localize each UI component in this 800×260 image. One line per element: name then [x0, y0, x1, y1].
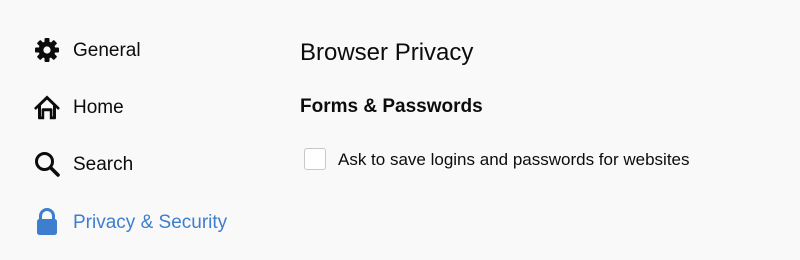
sidebar-item-general[interactable]: General [32, 33, 141, 67]
page-title: Browser Privacy [300, 39, 474, 66]
sidebar-item-home[interactable]: Home [32, 90, 124, 124]
sidebar-item-privacy-security[interactable]: Privacy & Security [32, 205, 227, 239]
sidebar-item-label: General [73, 39, 141, 61]
save-logins-checkbox-label: Ask to save logins and passwords for web… [338, 149, 690, 169]
lock-icon [32, 207, 62, 237]
section-title: Forms & Passwords [300, 96, 483, 117]
save-logins-checkbox-row[interactable]: Ask to save logins and passwords for web… [304, 146, 690, 172]
gear-icon [32, 35, 62, 65]
sidebar-item-label: Home [73, 96, 124, 118]
search-icon [32, 149, 62, 179]
sidebar-item-search[interactable]: Search [32, 147, 133, 181]
main-content: Browser Privacy Forms & Passwords Ask to… [300, 0, 780, 260]
save-logins-checkbox[interactable] [304, 148, 326, 170]
sidebar: General Home Search Privacy & Security [0, 0, 280, 260]
sidebar-item-label: Search [73, 153, 134, 175]
sidebar-item-label: Privacy & Security [73, 211, 228, 233]
home-icon [32, 92, 62, 122]
